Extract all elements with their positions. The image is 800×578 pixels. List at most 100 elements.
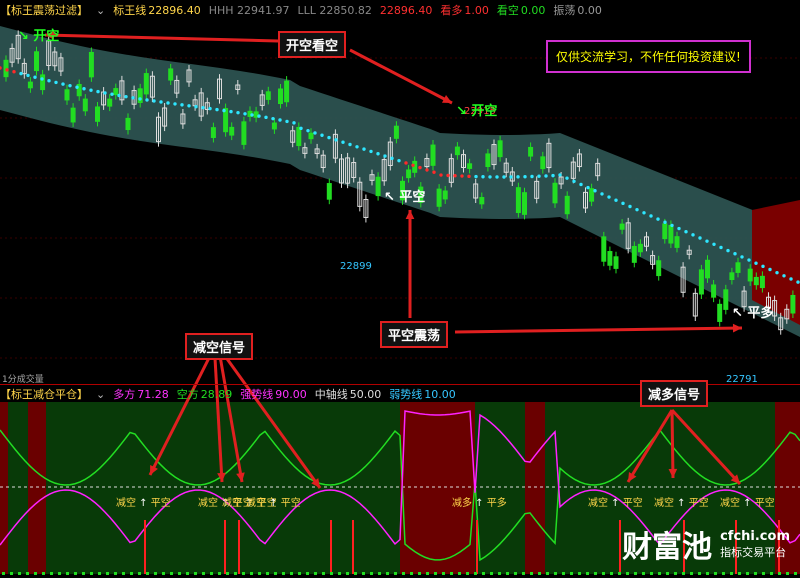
candle <box>442 190 448 200</box>
histogram-tick <box>114 572 117 575</box>
histogram-tick <box>714 572 717 575</box>
midline-dot <box>320 133 324 137</box>
histogram-tick <box>250 572 253 575</box>
candle <box>40 74 46 91</box>
main-indicator-title[interactable]: 【标王震荡过滤】 <box>0 2 88 18</box>
midline-dot <box>327 135 331 140</box>
signal-bar <box>238 520 240 574</box>
histogram-tick <box>658 572 661 575</box>
histogram-tick <box>690 572 693 575</box>
midline-dot <box>705 239 709 243</box>
signal-label: 减空 ↑ 平空 <box>720 494 775 509</box>
candle <box>82 98 88 112</box>
candle <box>436 188 442 207</box>
candle <box>698 269 704 295</box>
histogram-tick <box>258 572 261 575</box>
candle <box>278 88 283 105</box>
midline-dot <box>33 75 37 79</box>
weak-value: 10.00 <box>424 387 456 401</box>
signal-reduce-text: 减空 <box>116 498 136 509</box>
midline-dot <box>761 264 765 269</box>
midline-dot <box>418 165 422 170</box>
histogram-tick <box>386 572 389 575</box>
histogram-tick <box>242 572 245 575</box>
histogram-tick <box>226 572 229 575</box>
histogram-tick <box>282 572 285 575</box>
signal-bar <box>144 520 146 574</box>
midline-dot <box>698 236 702 240</box>
histogram-tick <box>218 572 221 575</box>
histogram-tick <box>642 572 645 575</box>
histogram-tick <box>410 572 413 575</box>
last-value: 22896.40 <box>379 3 433 17</box>
histogram-tick <box>130 572 133 575</box>
midline-dot <box>278 118 282 122</box>
midline-dot <box>26 73 30 78</box>
signal-close-text: 平多 <box>486 498 507 509</box>
swing-value: 0.00 <box>577 3 602 17</box>
midline-dot <box>768 267 772 272</box>
midline-dot <box>523 175 527 179</box>
candle <box>308 132 314 140</box>
candle <box>485 153 491 168</box>
histogram-tick <box>362 572 365 575</box>
close-long-label: ↖ 平多 <box>732 306 774 321</box>
signal-label: 减空 ↑ 平空 <box>246 494 301 509</box>
midline-dot <box>586 185 590 190</box>
midline-dot <box>257 114 261 118</box>
midline-dot <box>628 204 632 209</box>
midline-dot <box>334 138 338 142</box>
midline-dot <box>383 154 387 158</box>
histogram-tick <box>458 572 461 575</box>
candle <box>406 169 412 179</box>
midline-dot <box>614 198 618 202</box>
histogram-tick <box>666 572 669 575</box>
midline-dot <box>726 248 730 253</box>
chevron-down-icon[interactable]: ⌄ <box>96 388 105 401</box>
histogram-tick <box>506 572 509 575</box>
signal-bar <box>330 520 332 574</box>
chevron-down-icon[interactable]: ⌄ <box>96 4 105 17</box>
midline-dot <box>159 100 163 104</box>
candle <box>88 51 94 78</box>
oscillator-background <box>46 402 400 574</box>
arrow <box>454 326 743 334</box>
midline-dot <box>411 163 415 167</box>
candle <box>522 192 527 215</box>
midline-dot <box>124 94 128 99</box>
sub-indicator-title[interactable]: 【标王减仓平仓】 <box>0 386 88 402</box>
midline-dot <box>376 152 380 156</box>
histogram-tick <box>26 572 29 575</box>
midline-dot <box>789 277 793 281</box>
open-short-view-callout: 开空看空 <box>278 31 347 58</box>
oscillator-background <box>475 402 525 574</box>
histogram-tick <box>442 572 445 575</box>
candle <box>64 89 70 101</box>
histogram-tick <box>754 572 757 575</box>
midline-dot <box>579 182 583 187</box>
up-arrow-icon: ↑ <box>266 498 281 509</box>
histogram-tick <box>554 572 557 575</box>
candle <box>430 144 436 166</box>
midline-dot <box>215 107 219 112</box>
midline-dot <box>362 147 366 151</box>
midline-dot <box>516 175 520 179</box>
swing-label: 振荡 <box>553 4 576 17</box>
histogram-tick <box>98 572 101 575</box>
sub-indicator-header: 【标王减仓平仓】 ⌄ 多方 71.28 空方 28.89 强势线 90.00 中… <box>0 386 456 402</box>
candle <box>34 51 39 72</box>
candle <box>564 195 570 215</box>
histogram-tick <box>370 572 373 575</box>
histogram-tick <box>58 572 61 575</box>
histogram-tick <box>146 572 149 575</box>
histogram-tick <box>730 572 733 575</box>
histogram-tick <box>234 572 237 575</box>
histogram-tick <box>82 572 85 575</box>
candle <box>70 107 76 123</box>
midline-dot <box>208 106 212 111</box>
histogram-tick <box>738 572 741 575</box>
signal-label: 减空 ↑ 平空 <box>588 494 643 509</box>
short-label: 看空 <box>496 4 519 17</box>
histogram-tick <box>490 572 493 575</box>
histogram-tick <box>74 572 77 575</box>
